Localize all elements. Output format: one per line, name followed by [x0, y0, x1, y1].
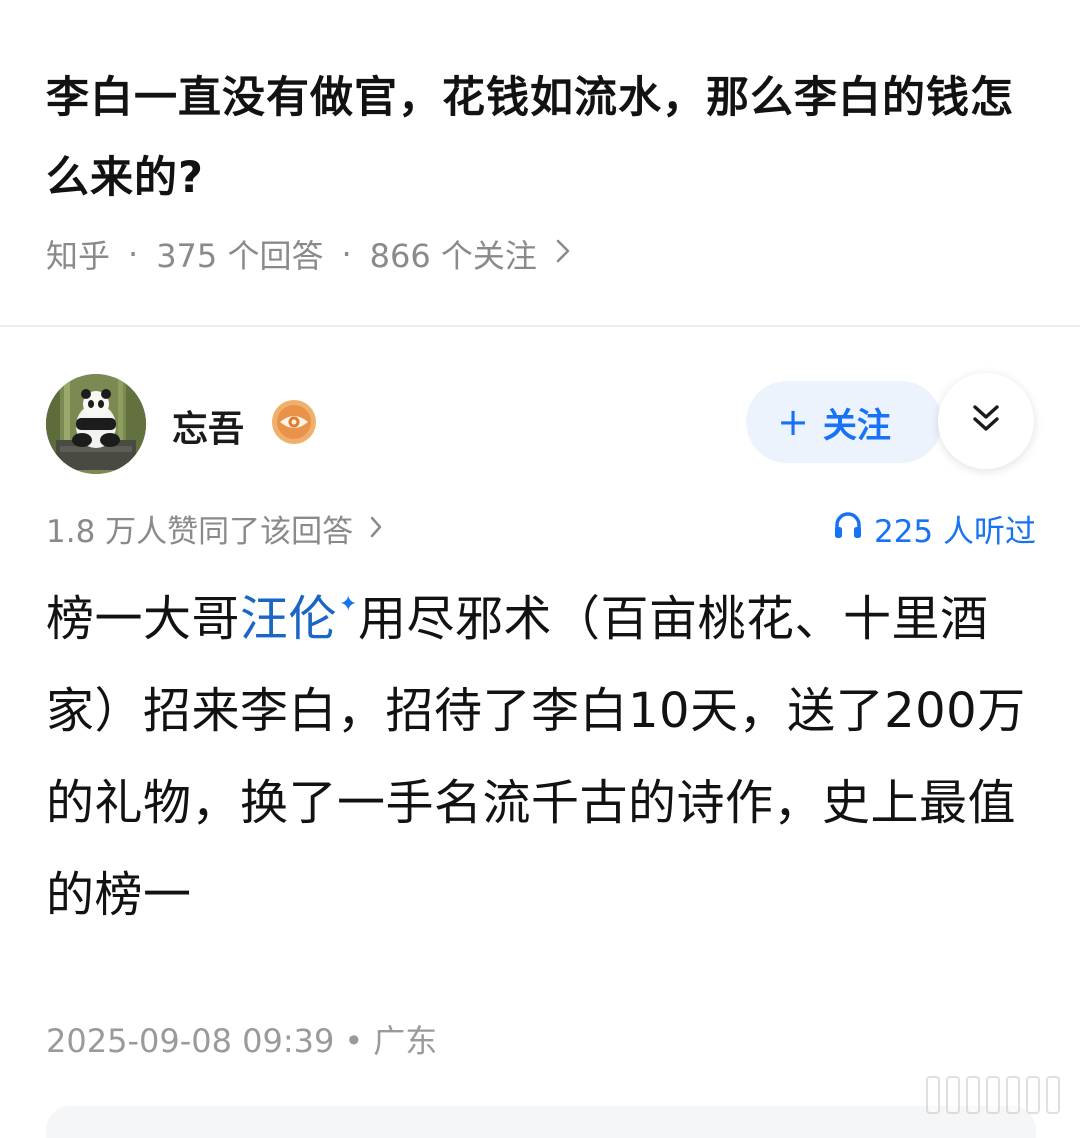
avatar[interactable]: [46, 374, 146, 474]
eye-badge-icon[interactable]: [270, 398, 318, 446]
answer-content: 榜一大哥汪伦✦用尽邪术（百亩桃花、十里酒家）招来李白，招待了李白10天，送了20…: [46, 573, 1036, 941]
answers-count: 375 个回答: [156, 237, 324, 275]
listeners-label: 225 人听过: [873, 514, 1036, 550]
section-divider: [0, 325, 1080, 327]
keyword-link[interactable]: 汪伦✦: [240, 591, 358, 647]
answer-page: 李白一直没有做官，花钱如流水，那么李白的钱怎么来的? 知乎 · 375 个回答 …: [0, 0, 1080, 1138]
followers-count: 866 个关注: [369, 237, 537, 275]
plus-icon: +: [777, 400, 809, 444]
chevron-right-icon: [555, 237, 571, 272]
question-title[interactable]: 李白一直没有做官，花钱如流水，那么李白的钱怎么来的?: [46, 58, 1036, 218]
more-options-button[interactable]: [938, 373, 1034, 469]
next-section-card[interactable]: [46, 1106, 1036, 1138]
listen-count[interactable]: 225 人听过: [832, 506, 1036, 551]
chevron-right-icon: [369, 511, 383, 547]
answer-text: 榜一大哥: [46, 591, 241, 647]
post-date: 2025-09-08 09:39: [46, 1022, 335, 1060]
keyword-link-text: 汪伦: [240, 591, 338, 647]
follow-label: 关注: [822, 405, 891, 446]
separator-dot: •: [344, 1022, 364, 1060]
source-label: 知乎: [46, 237, 111, 275]
headphones-icon: [832, 509, 874, 549]
question-meta[interactable]: 知乎 · 375 个回答 · 866 个关注: [46, 232, 571, 276]
post-location: 广东: [373, 1022, 438, 1060]
answer-timestamp: 2025-09-08 09:39 • 广东: [46, 1016, 437, 1062]
upvote-count: 1.8 万人赞同了该回答: [46, 514, 354, 550]
separator-dot: ·: [341, 235, 352, 273]
double-chevron-down-icon: [969, 402, 1003, 440]
follow-button[interactable]: + 关注: [746, 381, 942, 463]
separator-dot: ·: [128, 235, 139, 273]
watermark-logo: [926, 1076, 1060, 1114]
upvote-summary[interactable]: 1.8 万人赞同了该回答: [46, 506, 383, 551]
author-name[interactable]: 忘吾: [172, 400, 244, 452]
sparkle-icon: ✦: [339, 592, 358, 617]
